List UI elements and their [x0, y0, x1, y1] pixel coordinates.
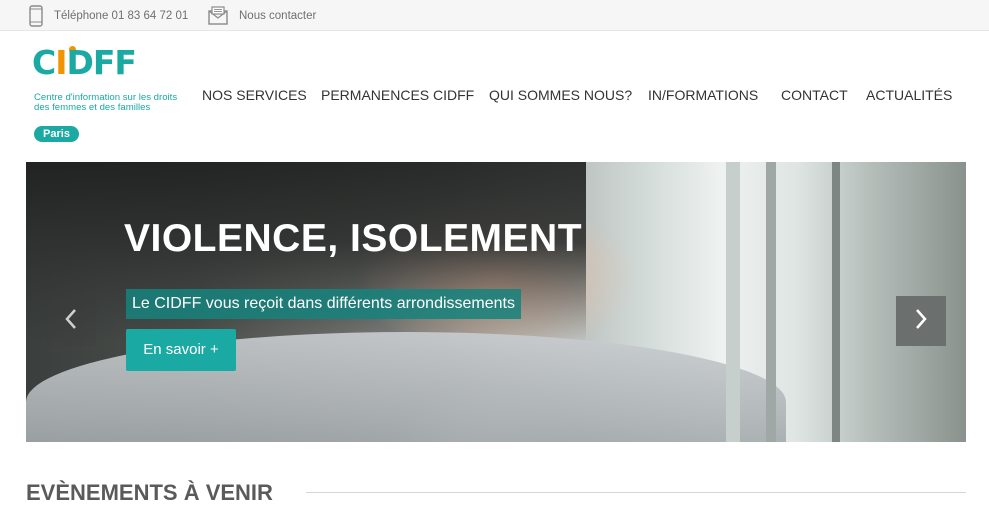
logo-city-badge: Paris: [34, 126, 79, 142]
phone-contact[interactable]: Téléphone 01 83 64 72 01: [29, 0, 188, 31]
chevron-left-icon: [64, 308, 78, 335]
phone-icon: [29, 4, 43, 27]
nav-item-actualites[interactable]: ACTUALITÉS: [866, 87, 952, 103]
nav-item-permanences[interactable]: PERMANENCES CIDFF: [321, 87, 474, 103]
logo-brand: CIDFF: [32, 43, 137, 82]
learn-more-button[interactable]: En savoir +: [126, 329, 236, 371]
slider-next-button[interactable]: [896, 296, 946, 346]
chevron-right-icon: [914, 308, 928, 335]
hero-photo-window-frame: [726, 162, 740, 442]
site-header: CIDFF Centre d'information sur les droit…: [0, 31, 989, 162]
top-bar: Téléphone 01 83 64 72 01 Nous contacter: [0, 0, 989, 31]
contact-link[interactable]: Nous contacter: [208, 0, 316, 31]
envelope-icon: [208, 5, 228, 26]
phone-text: Téléphone 01 83 64 72 01: [54, 9, 189, 22]
nav-item-qui-sommes-nous[interactable]: QUI SOMMES NOUS?: [489, 87, 632, 103]
nav-item-contact[interactable]: CONTACT: [781, 87, 848, 103]
hero-slider: VIOLENCE, ISOLEMENT Le CIDFF vous reçoit…: [26, 162, 966, 442]
hero-title: VIOLENCE, ISOLEMENT: [124, 217, 583, 260]
slider-prev-button[interactable]: [46, 296, 96, 346]
hero-photo-window-frame: [832, 162, 840, 442]
contact-text: Nous contacter: [239, 9, 317, 22]
hero-subtitle: Le CIDFF vous reçoit dans différents arr…: [126, 289, 521, 319]
main-nav: NOS SERVICES PERMANENCES CIDFF QUI SOMME…: [0, 87, 989, 107]
events-section-title: EVÈNEMENTS À VENIR: [26, 480, 273, 505]
section-divider: [306, 492, 966, 493]
hero-photo-window-frame: [766, 162, 776, 442]
nav-item-informations[interactable]: IN/FORMATIONS: [648, 87, 758, 103]
nav-item-nos-services[interactable]: NOS SERVICES: [202, 87, 307, 103]
